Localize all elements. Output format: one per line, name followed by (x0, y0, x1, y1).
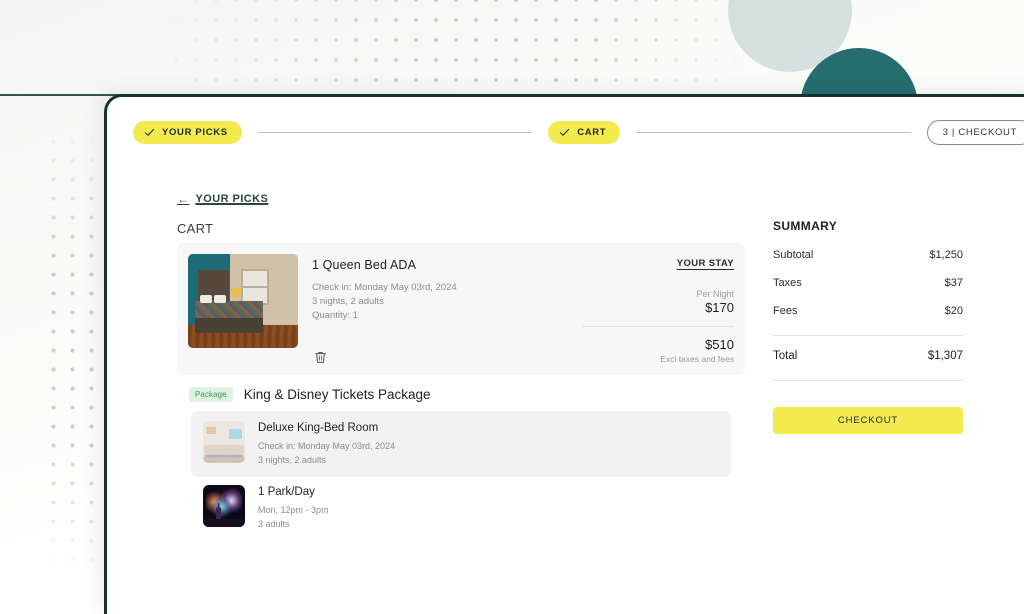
package-item-thumbnail (203, 485, 245, 527)
back-to-your-picks-link[interactable]: ← YOUR PICKS (177, 193, 268, 205)
checkout-button[interactable]: CHECKOUT (773, 407, 963, 434)
cart-item-quantity: Quantity: 1 (312, 309, 582, 323)
package-item-title: 1 Park/Day (258, 486, 329, 498)
per-night-price: $170 (582, 300, 734, 315)
pricing-divider (582, 326, 734, 327)
summary-row-value: $37 (945, 277, 963, 289)
package-item-row: Deluxe King-Bed Room Check in: Monday Ma… (191, 411, 731, 477)
summary-row-taxes: Taxes $37 (773, 277, 963, 289)
summary-row-subtotal: Subtotal $1,250 (773, 249, 963, 261)
summary-row-value: $20 (945, 305, 963, 317)
stepper-connector-1 (258, 132, 532, 133)
summary-row-label: Taxes (773, 277, 802, 289)
package-title: King & Disney Tickets Package (244, 387, 431, 402)
summary-row-label: Subtotal (773, 249, 813, 261)
stepper-step-cart[interactable]: CART (548, 121, 620, 144)
package-item-meta: Check in: Monday May 03rd, 2024 3 nights… (258, 440, 395, 467)
stepper-step-label: 3 | CHECKOUT (943, 127, 1017, 138)
trash-icon (312, 349, 329, 366)
summary-row-value: $1,250 (929, 249, 963, 261)
cart-item-details: 1 Queen Bed ADA Check in: Monday May 03r… (298, 254, 582, 364)
cart-item-title: 1 Queen Bed ADA (312, 258, 582, 272)
package-item-thumbnail (203, 421, 245, 463)
your-stay-link[interactable]: YOUR STAY (582, 258, 734, 269)
package-header: Package King & Disney Tickets Package (189, 387, 431, 402)
app-screen: YOUR PICKS CART 3 | CHECKOUT ← YOUR PICK… (107, 97, 1024, 614)
order-summary-panel: SUMMARY Subtotal $1,250 Taxes $37 Fees $… (773, 219, 963, 434)
stepper-step-label: CART (577, 127, 606, 138)
summary-row-label: Fees (773, 305, 797, 317)
summary-total-label: Total (773, 350, 797, 362)
package-badge: Package (189, 387, 233, 402)
page-title: CART (177, 221, 213, 236)
summary-divider-top (773, 335, 963, 336)
package-item-line2: 3 nights, 2 adults (258, 454, 395, 468)
package-item-meta: Mon, 12pm - 3pm 3 adults (258, 504, 329, 531)
page-content: ← YOUR PICKS CART 1 Queen Bed ADA (107, 159, 1024, 614)
check-icon (559, 127, 570, 138)
cart-item-meta: Check in: Monday May 03rd, 2024 3 nights… (312, 281, 582, 322)
package-item-title: Deluxe King-Bed Room (258, 422, 395, 434)
package-item-line1: Check in: Monday May 03rd, 2024 (258, 440, 395, 454)
cart-item-total-price: $510 (582, 337, 734, 352)
cart-item-card: 1 Queen Bed ADA Check in: Monday May 03r… (177, 243, 745, 375)
summary-title: SUMMARY (773, 219, 963, 233)
check-icon (144, 127, 155, 138)
summary-divider-bottom (773, 380, 963, 381)
cart-item-thumbnail (188, 254, 298, 348)
package-item-line2: 3 adults (258, 518, 329, 532)
summary-row-fees: Fees $20 (773, 305, 963, 317)
package-item-row: 1 Park/Day Mon, 12pm - 3pm 3 adults (191, 475, 731, 541)
stepper-step-label: YOUR PICKS (162, 127, 228, 138)
cart-item-checkin: Check in: Monday May 03rd, 2024 (312, 281, 582, 295)
back-link-label: YOUR PICKS (195, 193, 268, 205)
decorative-dot-grid-top (126, 0, 746, 94)
package-item-line1: Mon, 12pm - 3pm (258, 504, 329, 518)
package-item-details: Deluxe King-Bed Room Check in: Monday Ma… (245, 421, 395, 467)
arrow-left-icon: ← (177, 193, 189, 205)
checkout-stepper: YOUR PICKS CART 3 | CHECKOUT (133, 119, 1024, 145)
device-frame: YOUR PICKS CART 3 | CHECKOUT ← YOUR PICK… (104, 94, 1024, 614)
package-item-details: 1 Park/Day Mon, 12pm - 3pm 3 adults (245, 485, 329, 531)
stepper-step-checkout[interactable]: 3 | CHECKOUT (927, 120, 1024, 145)
summary-total-value: $1,307 (928, 350, 963, 362)
cart-item-pricing: YOUR STAY Per Night $170 $510 Excl taxes… (582, 254, 734, 364)
stepper-step-your-picks[interactable]: YOUR PICKS (133, 121, 242, 144)
summary-row-total: Total $1,307 (773, 350, 963, 362)
stepper-connector-2 (636, 132, 910, 133)
remove-cart-item-button[interactable] (312, 349, 329, 366)
per-night-label: Per Night (582, 289, 734, 299)
excl-taxes-note: Excl taxes and fees (582, 354, 734, 364)
cart-item-occupancy: 3 nights, 2 adults (312, 295, 582, 309)
